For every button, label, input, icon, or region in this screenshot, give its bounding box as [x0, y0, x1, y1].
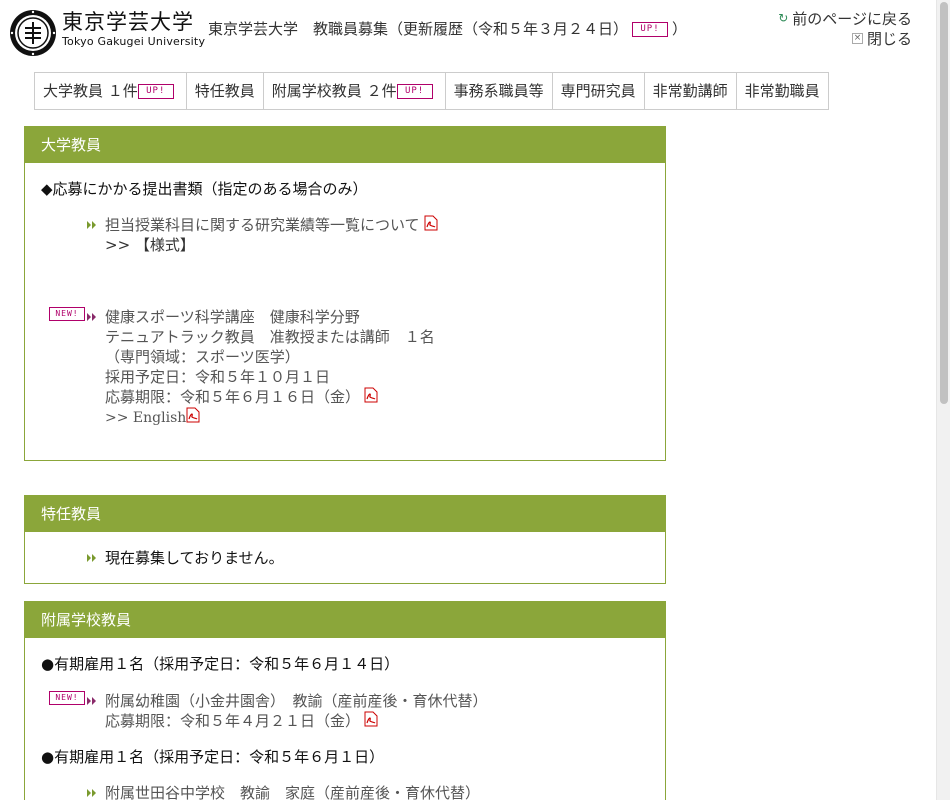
job-listing: NEW! 健康スポーツ科学講座 健康科学分野 テニュアトラック教員 准教授または…: [41, 307, 649, 428]
job-position[interactable]: テニュアトラック教員 准教授または講師 １名: [105, 327, 649, 347]
tab-administrative-staff[interactable]: 事務系職員等: [446, 73, 553, 109]
title-suffix: ）: [672, 20, 688, 38]
title-prefix: 東京学芸大学 教職員募集（: [208, 20, 404, 38]
tab-label: 非常勤講師: [652, 82, 728, 100]
job-title[interactable]: 附属世田谷中学校 教諭 家庭（産前産後・育休代替）: [105, 783, 649, 800]
pdf-icon[interactable]: [424, 215, 438, 231]
close-label: 閉じる: [866, 30, 912, 48]
tab-special-faculty[interactable]: 特任教員: [187, 73, 264, 109]
fixed-term-heading: ●有期雇用１名（採用予定日：令和５年６月１日）: [41, 748, 385, 766]
tab-label: 非常勤職員: [744, 82, 820, 100]
page-header: 東京学芸大学 Tokyo Gakugei University 東京学芸大学 教…: [0, 0, 936, 64]
tab-label: 附属学校教員 ２件: [271, 82, 397, 100]
close-window-link[interactable]: × 閉じる: [851, 28, 912, 49]
double-arrow-icon: [87, 554, 96, 562]
logo-text[interactable]: 東京学芸大学 Tokyo Gakugei University: [62, 10, 205, 50]
job-deadline[interactable]: 応募期限：令和５年４月２１日（金）: [105, 712, 360, 730]
list-item: 現在募集しておりません。: [41, 548, 649, 568]
special-faculty-section: 特任教員 現在募集しておりません。: [24, 495, 666, 584]
double-arrow-icon: [87, 789, 96, 797]
attached-school-section: 附属学校教員 ●有期雇用１名（採用予定日：令和５年６月１４日） NEW! 附属幼…: [24, 601, 666, 800]
tab-label: 事務系職員等: [453, 82, 544, 100]
tab-part-time-lecturers[interactable]: 非常勤講師: [645, 73, 737, 109]
job-title[interactable]: 附属幼稚園（小金井園舎） 教諭（産前産後・育休代替）: [105, 691, 649, 711]
job-deadline[interactable]: 応募期限：令和５年６月１６日（金）: [105, 388, 360, 406]
reload-icon: ↻: [778, 11, 789, 25]
job-department[interactable]: 健康スポーツ科学講座 健康科学分野: [105, 307, 649, 327]
close-icon: ×: [851, 33, 863, 44]
university-faculty-section: 大学教員 ◆応募にかかる提出書類（指定のある場合のみ） 担当授業科目に関する研究…: [24, 126, 666, 461]
pdf-icon[interactable]: [364, 711, 378, 727]
back-page-link[interactable]: ↻ 前のページに戻る: [778, 8, 912, 29]
pdf-icon[interactable]: [186, 407, 200, 423]
scrollbar-thumb[interactable]: [940, 2, 948, 404]
job-start-date[interactable]: 採用予定日：令和５年１０月１日: [105, 367, 649, 387]
tab-university-faculty[interactable]: 大学教員 １件 UP!: [35, 73, 187, 109]
tab-part-time-staff[interactable]: 非常勤職員: [737, 73, 828, 109]
update-history-link[interactable]: 更新履歴（令和５年３月２４日）: [403, 20, 628, 38]
fixed-term-heading: ●有期雇用１名（採用予定日：令和５年６月１４日）: [41, 655, 400, 673]
page-title: 東京学芸大学 教職員募集（更新履歴（令和５年３月２４日） UP!）: [208, 18, 687, 39]
double-arrow-icon: [87, 697, 96, 705]
tab-attached-school[interactable]: 附属学校教員 ２件 UP!: [264, 73, 446, 109]
tab-label: 特任教員: [194, 82, 255, 100]
job-listing: NEW! 附属幼稚園（小金井園舎） 教諭（産前産後・育休代替） 応募期限：令和５…: [41, 691, 649, 731]
section-title: 大学教員: [25, 127, 665, 163]
double-arrow-icon: [87, 221, 96, 229]
up-badge: UP!: [137, 84, 174, 99]
form-link[interactable]: >> 【様式】: [105, 235, 649, 255]
university-seal-logo[interactable]: [8, 8, 58, 58]
job-listing: 附属世田谷中学校 教諭 家庭（産前産後・育休代替）: [41, 783, 649, 800]
list-item: 担当授業科目に関する研究業績等一覧について >> 【様式】: [41, 215, 649, 255]
back-label: 前のページに戻る: [792, 10, 912, 28]
vertical-scrollbar[interactable]: [936, 0, 950, 800]
pdf-icon[interactable]: [364, 387, 378, 403]
up-badge: UP!: [396, 84, 433, 99]
tab-researchers[interactable]: 専門研究員: [553, 73, 645, 109]
new-badge: NEW!: [49, 307, 85, 321]
tab-label: 専門研究員: [560, 82, 636, 100]
section-title: 附属学校教員: [25, 602, 665, 638]
english-link[interactable]: >> English: [105, 410, 186, 426]
research-doc-link[interactable]: 担当授業科目に関する研究業績等一覧について: [105, 216, 420, 234]
logo-japanese: 東京学芸大学: [62, 10, 194, 34]
tab-label: 大学教員 １件: [43, 82, 138, 100]
no-recruitment-notice: 現在募集しておりません。: [105, 549, 284, 567]
double-arrow-icon: [87, 313, 96, 321]
up-badge: UP!: [632, 22, 669, 37]
job-specialty[interactable]: （専門領域：スポーツ医学）: [105, 347, 649, 367]
documents-heading: ◆応募にかかる提出書類（指定のある場合のみ）: [41, 180, 368, 198]
logo-english: Tokyo Gakugei University: [62, 35, 206, 48]
section-title: 特任教員: [25, 496, 665, 532]
new-badge: NEW!: [49, 691, 85, 705]
category-tabs: 大学教員 １件 UP! 特任教員 附属学校教員 ２件 UP! 事務系職員等 専門研究…: [34, 72, 829, 110]
